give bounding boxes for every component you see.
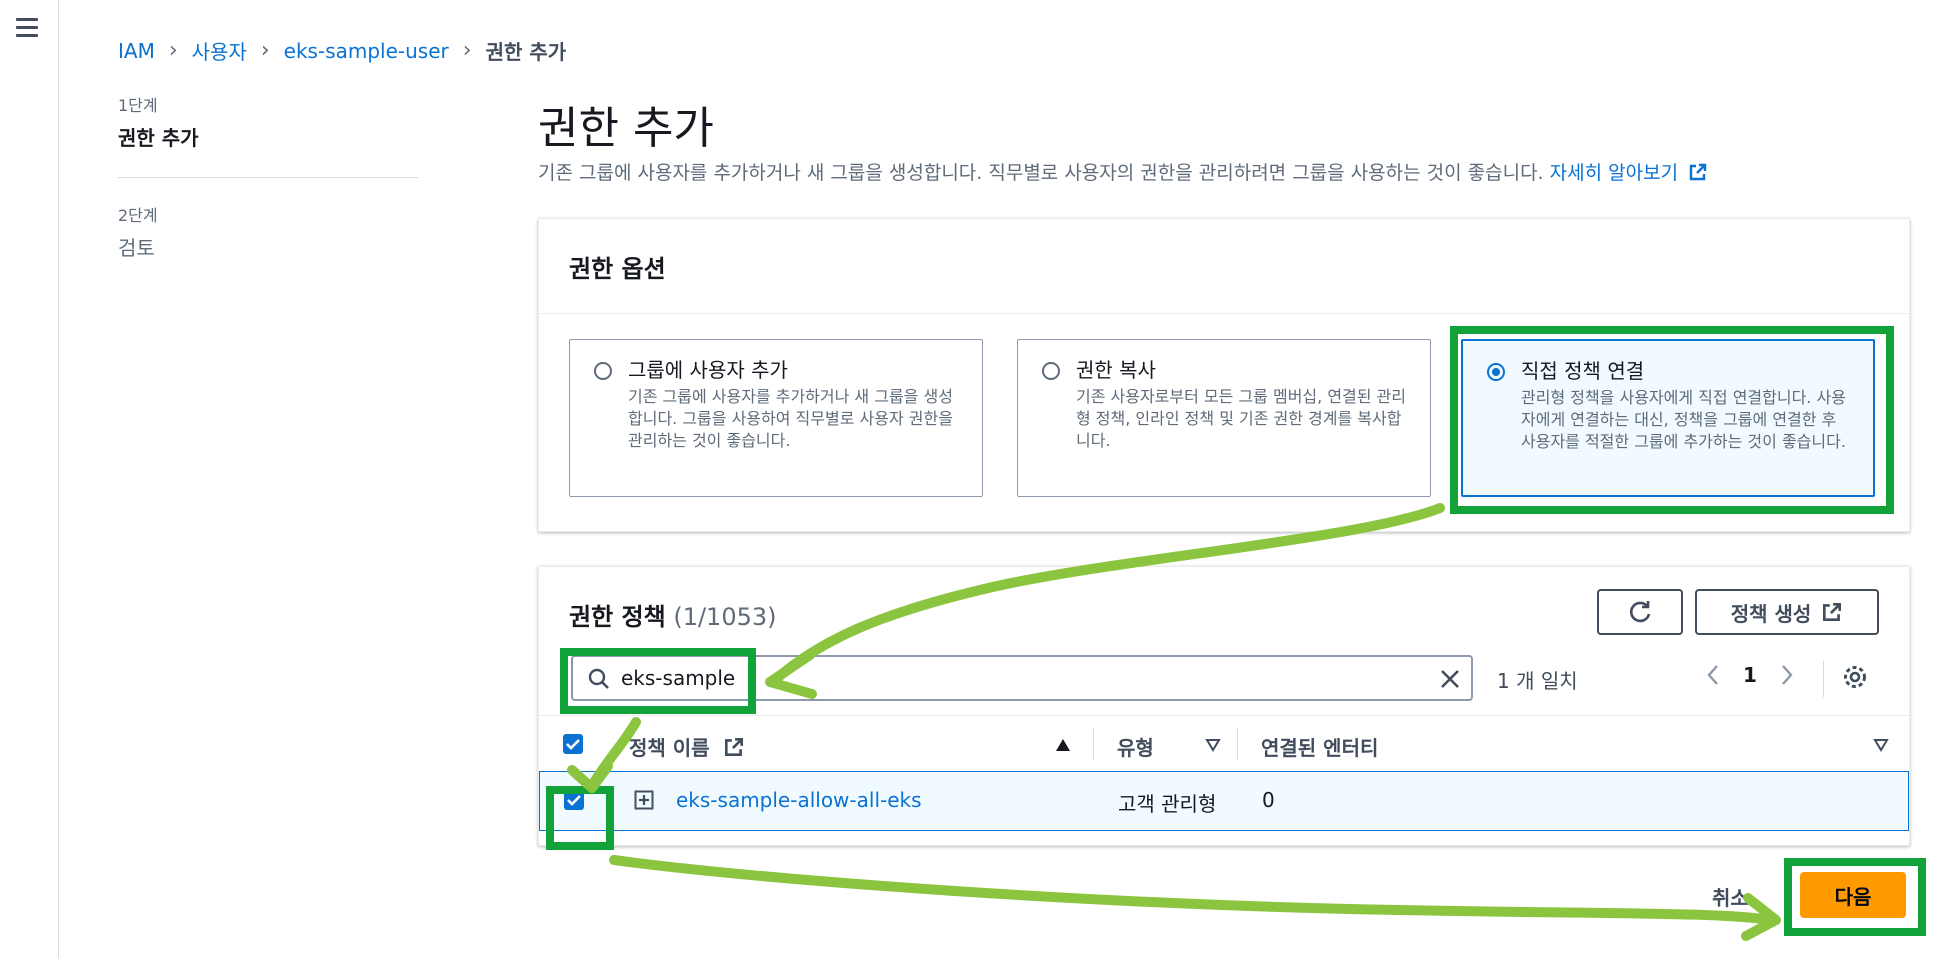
arrow-path (609, 855, 1775, 925)
arrow-head (567, 761, 613, 793)
arrow-path (770, 503, 1445, 685)
annotation-arrows (567, 503, 1781, 941)
